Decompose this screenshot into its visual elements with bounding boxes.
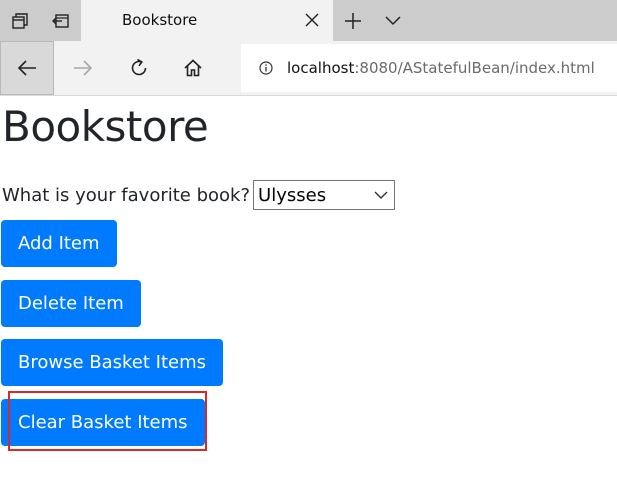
favorite-book-row: What is your favorite book? Ulysses: [2, 180, 396, 210]
chevron-down-icon: [374, 191, 388, 199]
tab-manager-icon: [12, 12, 28, 29]
close-tab-button[interactable]: [301, 8, 323, 32]
chevron-down-icon: [385, 15, 401, 25]
close-icon: [305, 13, 319, 27]
refresh-icon: [131, 58, 147, 76]
select-value: Ulysses: [258, 184, 327, 206]
back-arrow-icon: [17, 60, 36, 76]
delete-item-button[interactable]: Delete Item: [1, 280, 141, 327]
url-text[interactable]: localhost:8080/AStatefulBean/index.html: [287, 59, 595, 77]
home-icon: [184, 59, 202, 77]
back-button[interactable]: [0, 41, 54, 95]
set-aside-tabs-icon: [52, 13, 69, 28]
forward-button[interactable]: [56, 41, 110, 95]
favorite-book-select[interactable]: Ulysses: [253, 180, 396, 210]
add-item-button[interactable]: Add Item: [1, 220, 117, 267]
set-aside-tabs-button[interactable]: [41, 0, 81, 41]
tab-list-button[interactable]: [373, 0, 413, 41]
info-icon: [259, 61, 273, 75]
browse-basket-items-button[interactable]: Browse Basket Items: [1, 339, 224, 386]
forward-arrow-icon: [74, 60, 93, 76]
new-tab-button[interactable]: [333, 0, 373, 41]
site-info-button[interactable]: [259, 61, 273, 75]
tab-bookstore[interactable]: Bookstore: [81, 0, 333, 41]
page-title: Bookstore: [2, 102, 209, 151]
navigation-bar: localhost:8080/AStatefulBean/index.html: [0, 41, 617, 96]
highlight-box: [8, 391, 207, 451]
tab-manager-button[interactable]: [0, 0, 40, 41]
address-bar[interactable]: localhost:8080/AStatefulBean/index.html: [241, 44, 617, 92]
url-path: :8080/AStatefulBean/index.html: [354, 59, 595, 77]
plus-icon: [345, 12, 361, 29]
favorite-book-label: What is your favorite book?: [2, 184, 251, 206]
home-button[interactable]: [166, 41, 220, 95]
tab-bar: Bookstore: [0, 0, 617, 41]
page-content: Bookstore What is your favorite book? Ul…: [0, 96, 617, 487]
tab-title: Bookstore: [122, 11, 198, 29]
url-host: localhost: [287, 59, 355, 77]
refresh-button[interactable]: [112, 41, 166, 95]
